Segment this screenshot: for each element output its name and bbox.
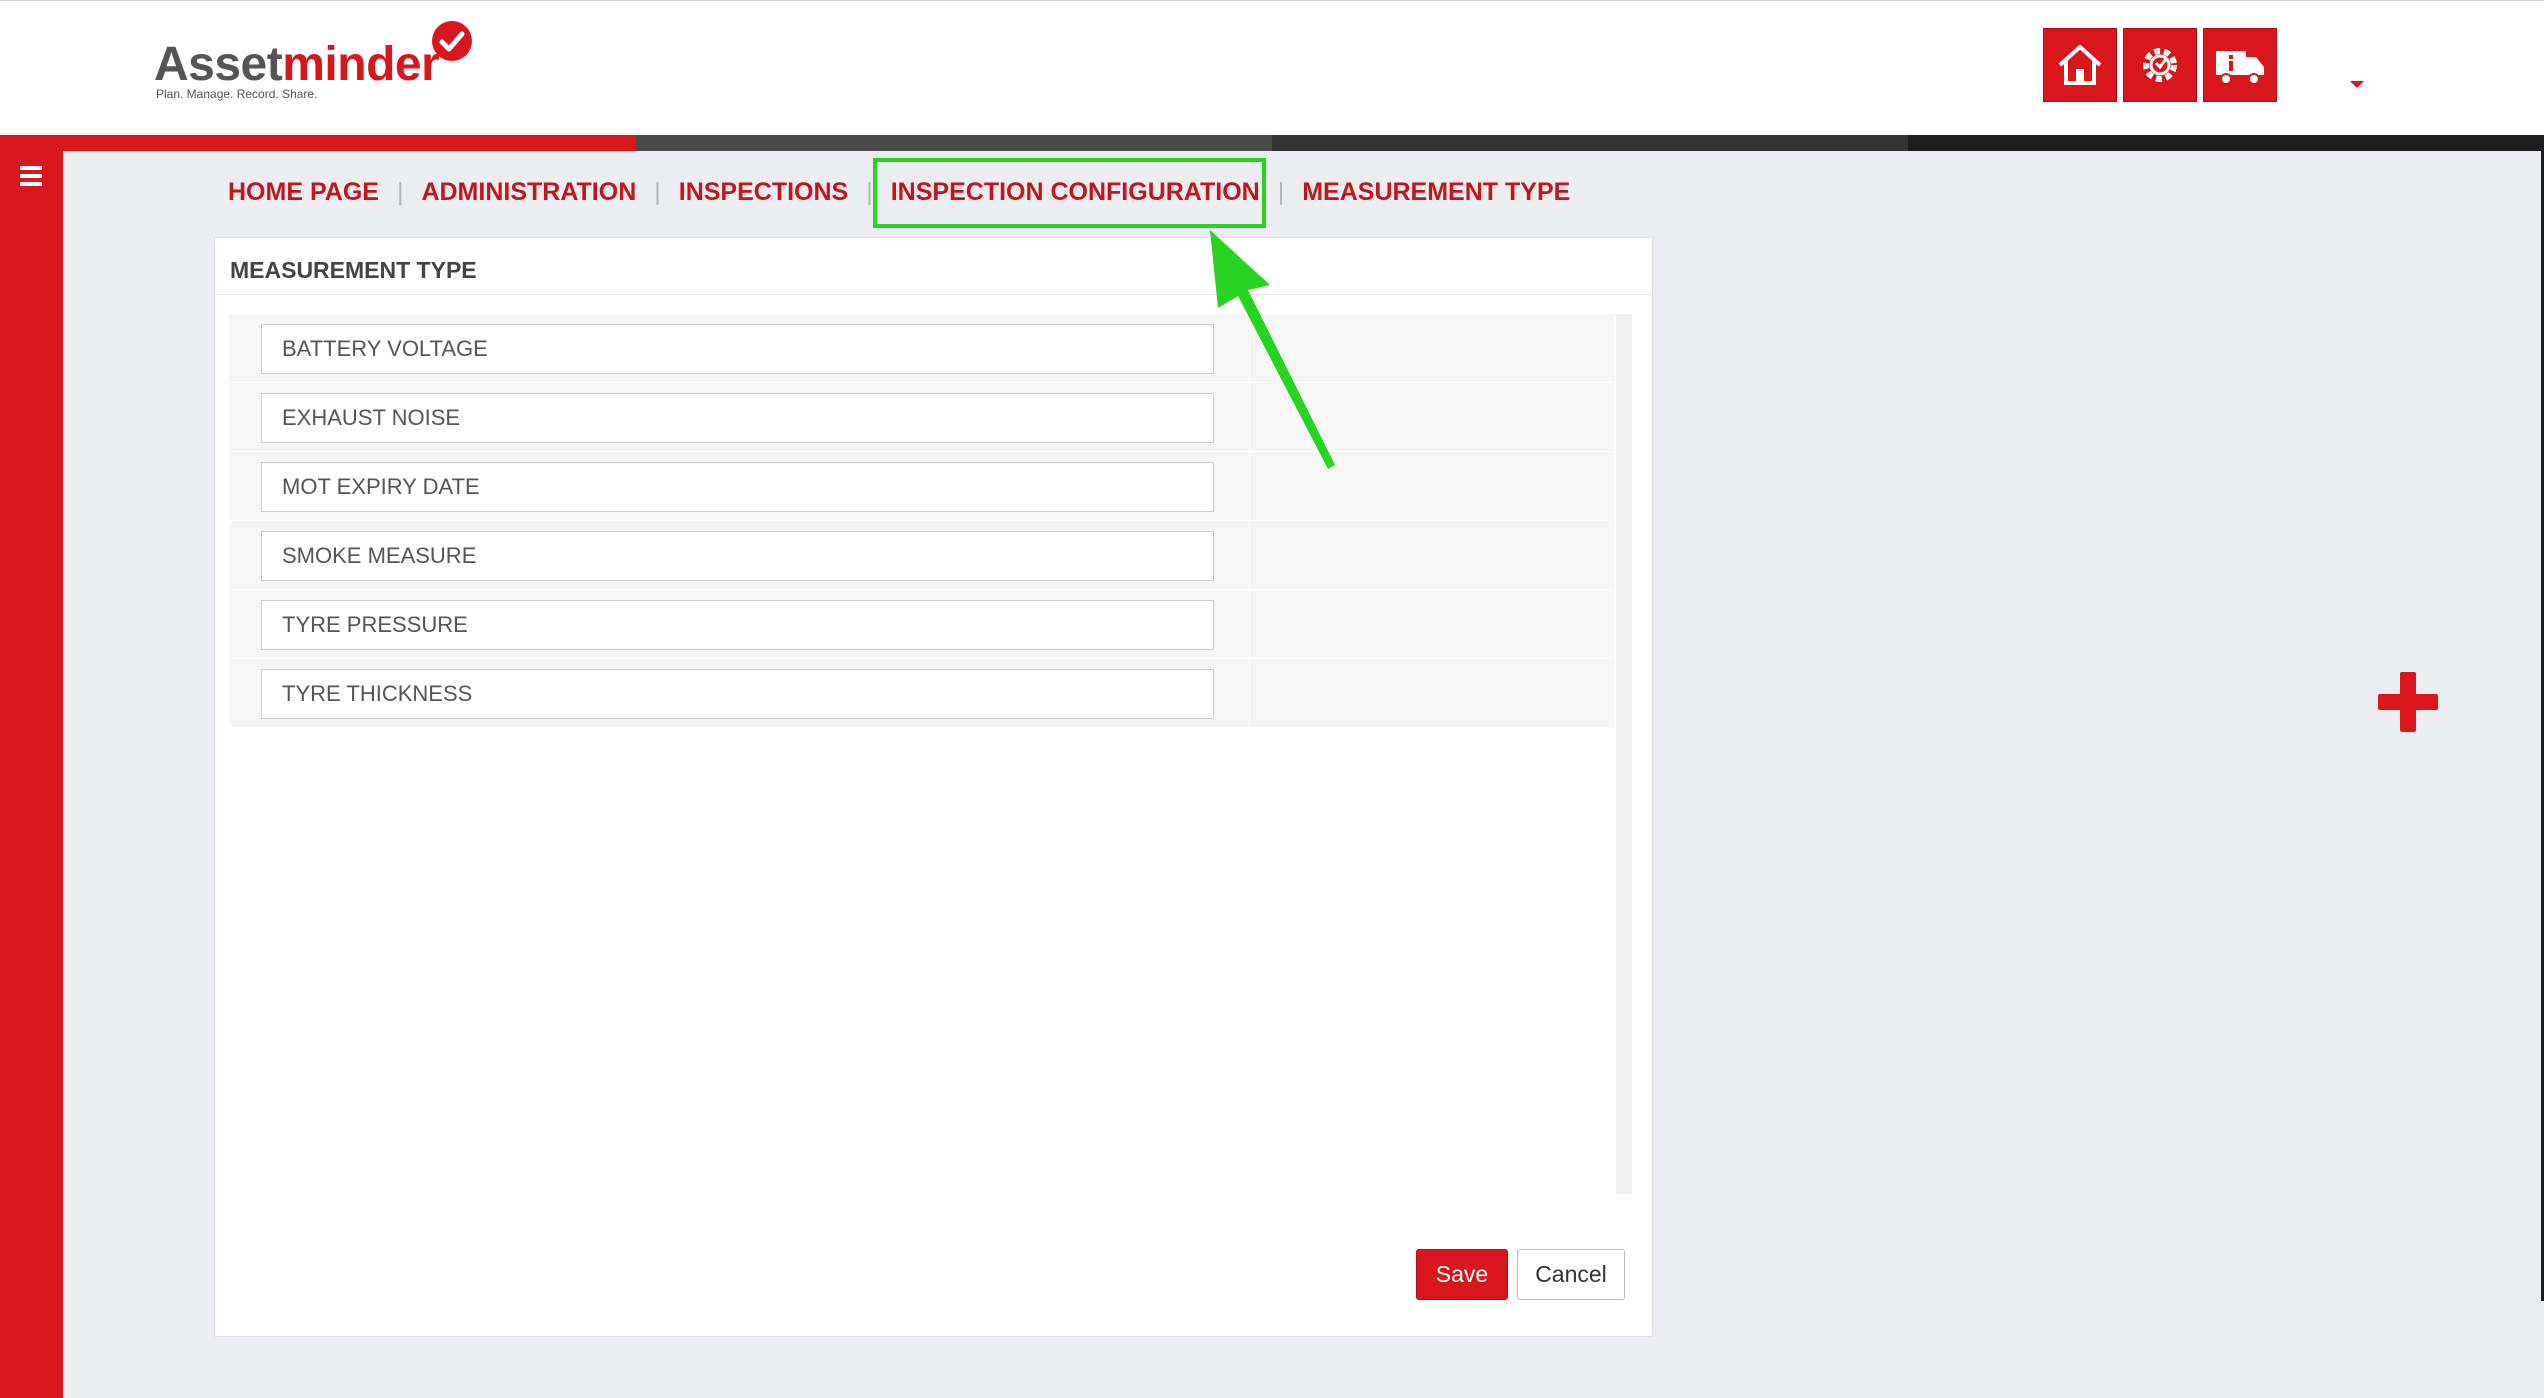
list-item: EXHAUST NOISE — [229, 383, 1614, 452]
assetminder-logo[interactable]: Assetminder Plan. Manage. Record. Share. — [154, 15, 484, 105]
settings-button[interactable] — [2123, 28, 2197, 102]
measurement-type-field[interactable]: TYRE PRESSURE — [261, 600, 1214, 650]
logo-text-main: Asset — [154, 38, 283, 91]
home-icon — [2058, 45, 2102, 85]
panel-title: MEASUREMENT TYPE — [230, 257, 477, 283]
stripe-segment-red — [0, 135, 636, 151]
measurement-type-list: BATTERY VOLTAGE EXHAUST NOISE MOT EXPIRY… — [229, 314, 2438, 732]
measurement-type-field[interactable]: BATTERY VOLTAGE — [261, 324, 1214, 374]
stripe-segment-gray — [636, 135, 1272, 151]
vehicle-info-button[interactable] — [2203, 28, 2277, 102]
list-scrollbar[interactable] — [1616, 314, 1632, 1194]
list-item: TYRE PRESSURE — [229, 590, 1614, 659]
header-stripe — [0, 135, 2544, 151]
pointer-arrow-annotation — [1210, 230, 1335, 469]
highlight-box-annotation — [873, 158, 1266, 228]
breadcrumb-home-page[interactable]: HOME PAGE — [228, 178, 379, 207]
list-item: SMOKE MEASURE — [229, 521, 1614, 590]
save-button[interactable]: Save — [1416, 1249, 1508, 1300]
list-item: MOT EXPIRY DATE — [229, 452, 1614, 521]
measurement-type-field[interactable]: TYRE THICKNESS — [261, 669, 1214, 719]
app-header: Assetminder Plan. Manage. Record. Share. — [0, 0, 2544, 135]
logo-tagline: Plan. Manage. Record. Share. — [156, 87, 318, 101]
list-item: TYRE THICKNESS — [229, 659, 2438, 732]
add-row-plus-icon[interactable] — [2378, 672, 2438, 732]
breadcrumb-inspections[interactable]: INSPECTIONS — [679, 178, 848, 207]
measurement-type-field[interactable]: SMOKE MEASURE — [261, 531, 1214, 581]
cancel-button[interactable]: Cancel — [1517, 1249, 1625, 1300]
row-action-cell — [1249, 590, 1614, 658]
logo-text-accent: minder — [282, 38, 440, 91]
list-item: BATTERY VOLTAGE — [229, 314, 1614, 383]
checkmark-icon — [432, 21, 472, 61]
hamburger-menu-icon[interactable] — [20, 166, 42, 190]
settings-icon — [2143, 48, 2177, 82]
breadcrumb-separator: | — [396, 178, 404, 206]
stripe-segment-black — [1908, 135, 2544, 151]
breadcrumb-administration[interactable]: ADMINISTRATION — [421, 178, 636, 207]
stripe-segment-dark — [1272, 135, 1908, 151]
side-rail — [0, 151, 63, 1398]
home-button[interactable] — [2043, 28, 2117, 102]
measurement-type-field[interactable]: EXHAUST NOISE — [261, 393, 1214, 443]
row-action-cell — [1249, 521, 1614, 589]
user-menu-caret-icon[interactable] — [2350, 81, 2364, 88]
breadcrumb-separator: | — [866, 178, 873, 206]
row-action-cell — [1249, 659, 2438, 732]
breadcrumb-measurement-type[interactable]: MEASUREMENT TYPE — [1302, 178, 1570, 207]
header-icon-group — [2043, 28, 2277, 102]
measurement-type-panel: MEASUREMENT TYPE BATTERY VOLTAGE EXHAUST… — [214, 237, 2438, 1337]
breadcrumb-separator: | — [654, 178, 661, 206]
panel-divider — [215, 294, 1652, 295]
breadcrumb-separator: | — [1277, 178, 1285, 206]
truck-info-icon — [2216, 51, 2264, 85]
measurement-type-field[interactable]: MOT EXPIRY DATE — [261, 462, 1214, 512]
